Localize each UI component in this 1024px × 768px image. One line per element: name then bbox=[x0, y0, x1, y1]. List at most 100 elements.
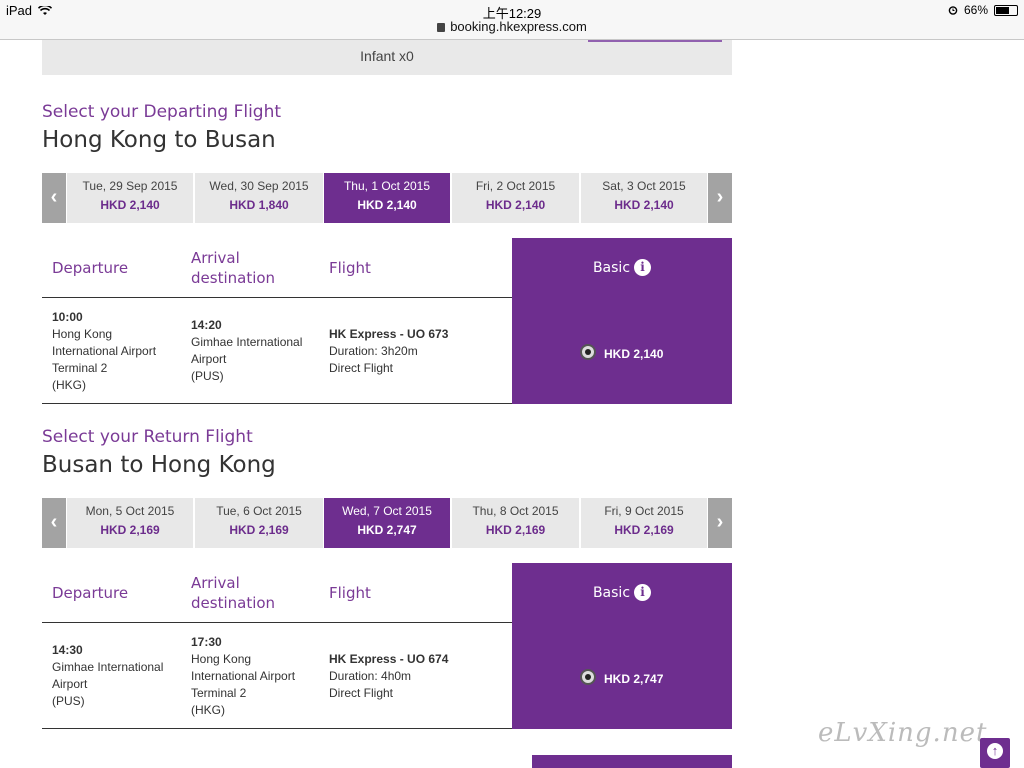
fare-basic-header[interactable]: Basic i bbox=[512, 238, 732, 298]
date-price: HKD 2,747 bbox=[357, 523, 417, 537]
date-label: Tue, 29 Sep 2015 bbox=[82, 179, 178, 193]
date-price: HKD 1,840 bbox=[229, 198, 289, 212]
infant-count: Infant x0 bbox=[360, 48, 414, 64]
departure-place: Terminal 2 bbox=[52, 361, 108, 375]
arrival-cell: 17:30 Hong Kong International Airport Te… bbox=[191, 634, 295, 719]
flight-duration: Duration: 3h20m bbox=[329, 344, 418, 358]
fare-radio[interactable] bbox=[580, 669, 596, 685]
date-price: HKD 2,140 bbox=[485, 198, 546, 212]
departing-date-tab[interactable]: Sat, 3 Oct 2015 HKD 2,140 bbox=[581, 173, 707, 223]
chevron-right-icon[interactable]: › bbox=[708, 498, 732, 548]
return-date-tab[interactable]: Mon, 5 Oct 2015 HKD 2,169 bbox=[67, 498, 193, 548]
date-price: HKD 2,169 bbox=[100, 523, 160, 537]
return-route-title: Busan to Hong Kong bbox=[42, 452, 276, 478]
address-bar[interactable]: booking.hkexpress.com bbox=[0, 19, 1024, 34]
watermark: eLvXing.net bbox=[818, 718, 988, 748]
arrival-place: Airport bbox=[191, 352, 227, 366]
departing-date-tab[interactable]: Fri, 2 Oct 2015 HKD 2,140 bbox=[452, 173, 579, 223]
col-departure: Departure bbox=[52, 584, 129, 602]
flight-number: HK Express - UO 673 bbox=[329, 327, 449, 341]
departure-cell: 10:00 Hong Kong International Airport Te… bbox=[52, 309, 156, 394]
fare-price: HKD 2,140 bbox=[604, 347, 664, 361]
arrival-time: 17:30 bbox=[191, 635, 222, 649]
arrival-place: Terminal 2 bbox=[191, 686, 247, 700]
date-price: HKD 2,140 bbox=[357, 198, 417, 212]
fare-basic-cell[interactable]: HKD 2,140 bbox=[512, 298, 732, 404]
date-label: Tue, 6 Oct 2015 bbox=[216, 504, 302, 518]
departure-place: International Airport bbox=[52, 344, 157, 358]
chevron-left-icon[interactable]: ‹ bbox=[42, 173, 66, 223]
departure-place: Gimhae International bbox=[52, 660, 164, 674]
status-bar: iPad 上午12:29 66% booking.hkexpress.com bbox=[0, 0, 1024, 40]
chevron-right-icon[interactable]: › bbox=[708, 173, 732, 223]
table-header: Departure Arrival destination Flight Bas… bbox=[42, 563, 732, 623]
date-label: Thu, 8 Oct 2015 bbox=[472, 504, 559, 518]
col-arrival-destination: destination bbox=[191, 594, 276, 612]
date-label: Mon, 5 Oct 2015 bbox=[85, 504, 175, 518]
flight-row[interactable]: 14:30 Gimhae International Airport (PUS)… bbox=[42, 623, 732, 729]
fare-basic-label: Basic bbox=[592, 260, 631, 276]
departing-date-tab-selected[interactable]: Thu, 1 Oct 2015 HKD 2,140 bbox=[324, 173, 450, 223]
col-arrival: Arrival bbox=[191, 574, 240, 592]
date-price: HKD 2,169 bbox=[485, 523, 546, 537]
date-label: Fri, 2 Oct 2015 bbox=[475, 179, 556, 193]
flight-duration: Duration: 4h0m bbox=[329, 669, 412, 683]
departure-place: Hong Kong bbox=[52, 327, 113, 341]
col-flight: Flight bbox=[329, 259, 371, 277]
departing-route-title: Hong Kong to Busan bbox=[42, 127, 276, 153]
alarm-icon bbox=[948, 6, 958, 15]
departure-cell: 14:30 Gimhae International Airport (PUS) bbox=[52, 642, 163, 710]
battery-level bbox=[996, 6, 1009, 14]
departure-code: (PUS) bbox=[52, 694, 85, 708]
date-label: Sat, 3 Oct 2015 bbox=[602, 179, 686, 193]
departing-date-carousel: ‹ Tue, 29 Sep 2015 HKD 2,140 Wed, 30 Sep… bbox=[42, 173, 732, 223]
date-label: Thu, 1 Oct 2015 bbox=[343, 179, 431, 193]
col-departure: Departure bbox=[52, 259, 129, 277]
continue-button[interactable] bbox=[532, 755, 732, 768]
return-date-tab[interactable]: Tue, 6 Oct 2015 HKD 2,169 bbox=[195, 498, 323, 548]
departure-time: 10:00 bbox=[52, 310, 83, 324]
departure-time: 14:30 bbox=[52, 643, 83, 657]
return-section-label: Select your Return Flight bbox=[42, 427, 253, 447]
departure-place: Airport bbox=[52, 677, 88, 691]
arrival-place: International Airport bbox=[191, 669, 296, 683]
date-price: HKD 2,140 bbox=[100, 198, 160, 212]
flight-type: Direct Flight bbox=[329, 361, 394, 375]
arrival-place: Hong Kong bbox=[191, 652, 252, 666]
departure-code: (HKG) bbox=[52, 378, 86, 392]
chevron-left-icon[interactable]: ‹ bbox=[42, 498, 66, 548]
search-summary: Infant x0 bbox=[42, 40, 732, 75]
col-arrival-destination: destination bbox=[191, 269, 276, 287]
return-date-tab-selected[interactable]: Wed, 7 Oct 2015 HKD 2,747 bbox=[324, 498, 450, 548]
fare-price: HKD 2,747 bbox=[604, 672, 664, 686]
arrival-code: (PUS) bbox=[191, 369, 224, 383]
return-date-tab[interactable]: Thu, 8 Oct 2015 HKD 2,169 bbox=[452, 498, 579, 548]
arrival-time: 14:20 bbox=[191, 318, 222, 332]
info-icon[interactable]: i bbox=[634, 584, 652, 601]
col-arrival: Arrival bbox=[191, 249, 240, 267]
arrival-code: (HKG) bbox=[191, 703, 225, 717]
fare-basic-cell[interactable]: HKD 2,747 bbox=[512, 623, 732, 729]
date-label: Wed, 30 Sep 2015 bbox=[209, 179, 309, 193]
flight-type: Direct Flight bbox=[329, 686, 394, 700]
departing-flight-table: Departure Arrival destination Flight Bas… bbox=[42, 238, 732, 405]
departing-section-label: Select your Departing Flight bbox=[42, 102, 282, 122]
flight-cell: HK Express - UO 673 Duration: 3h20m Dire… bbox=[329, 326, 448, 377]
lock-icon bbox=[437, 23, 446, 32]
flight-row[interactable]: 10:00 Hong Kong International Airport Te… bbox=[42, 298, 732, 404]
url-text: booking.hkexpress.com bbox=[450, 19, 587, 34]
fare-basic-label: Basic bbox=[592, 585, 631, 601]
info-icon[interactable]: i bbox=[634, 259, 652, 276]
arrow-up-icon[interactable] bbox=[980, 738, 1010, 768]
fare-basic-header[interactable]: Basic i bbox=[512, 563, 732, 623]
return-date-tab[interactable]: Fri, 9 Oct 2015 HKD 2,169 bbox=[581, 498, 707, 548]
battery-icon bbox=[994, 4, 1018, 16]
date-label: Fri, 9 Oct 2015 bbox=[604, 504, 684, 518]
fare-radio[interactable] bbox=[580, 344, 596, 360]
date-price: HKD 2,169 bbox=[229, 523, 289, 537]
departing-date-tab[interactable]: Wed, 30 Sep 2015 HKD 1,840 bbox=[195, 173, 323, 223]
flight-cell: HK Express - UO 674 Duration: 4h0m Direc… bbox=[329, 651, 448, 702]
return-date-carousel: ‹ Mon, 5 Oct 2015 HKD 2,169 Tue, 6 Oct 2… bbox=[42, 498, 732, 548]
battery-percent: 66% bbox=[963, 3, 988, 17]
departing-date-tab[interactable]: Tue, 29 Sep 2015 HKD 2,140 bbox=[67, 173, 193, 223]
